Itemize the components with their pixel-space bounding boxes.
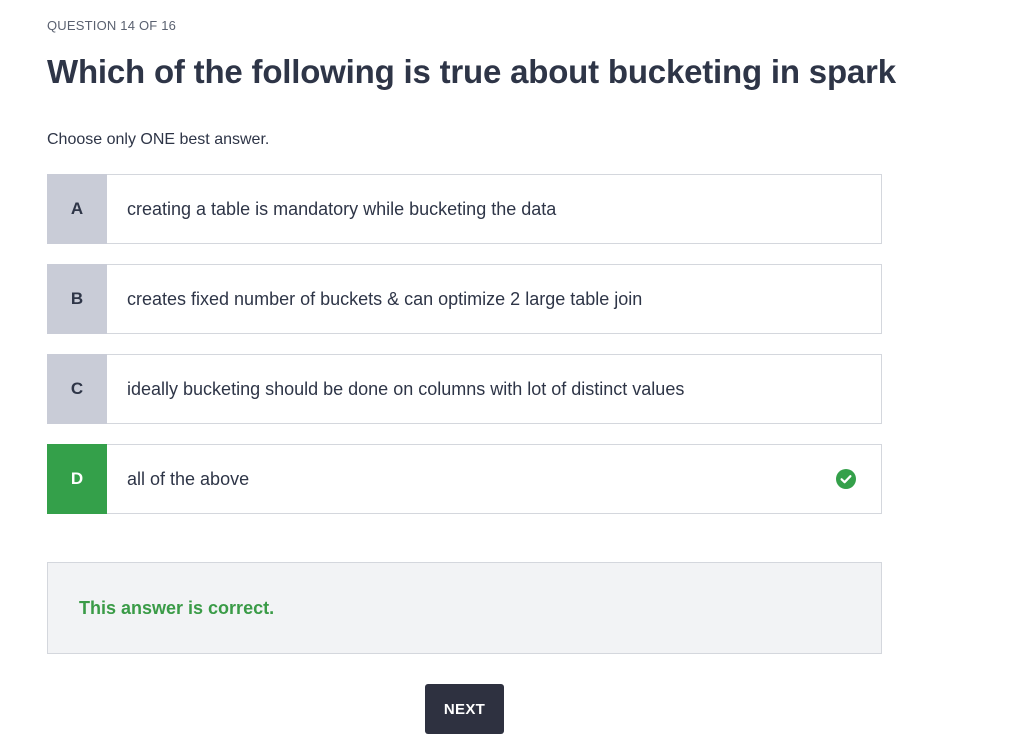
option-letter-badge: D xyxy=(47,444,107,514)
answer-options: A creating a table is mandatory while bu… xyxy=(47,174,882,534)
option-text: creating a table is mandatory while buck… xyxy=(127,198,557,219)
feedback-message: This answer is correct. xyxy=(79,597,275,618)
option-letter-badge: B xyxy=(47,264,107,334)
next-button[interactable]: NEXT xyxy=(425,684,504,734)
question-progress: QUESTION 14 OF 16 xyxy=(47,18,177,33)
option-letter-badge: A xyxy=(47,174,107,244)
answer-option-b[interactable]: B creates fixed number of buckets & can … xyxy=(47,264,882,334)
answer-option-d[interactable]: D all of the above xyxy=(47,444,882,514)
option-text: all of the above xyxy=(127,468,250,489)
option-letter-badge: C xyxy=(47,354,107,424)
answer-option-a[interactable]: A creating a table is mandatory while bu… xyxy=(47,174,882,244)
option-text: creates fixed number of buckets & can op… xyxy=(127,288,643,309)
answer-option-c[interactable]: C ideally bucketing should be done on co… xyxy=(47,354,882,424)
check-circle-icon xyxy=(836,445,881,513)
feedback-panel: This answer is correct. xyxy=(47,562,882,654)
question-title: Which of the following is true about buc… xyxy=(47,53,896,90)
option-text: ideally bucketing should be done on colu… xyxy=(127,378,685,399)
answer-instructions: Choose only ONE best answer. xyxy=(47,131,270,148)
